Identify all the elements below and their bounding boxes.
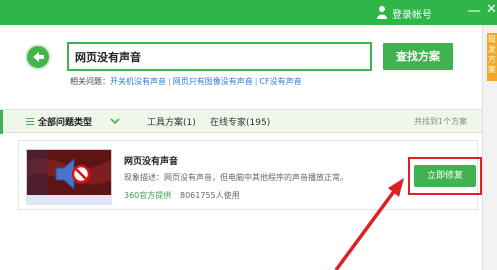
red-annotation-arrow — [334, 178, 404, 270]
